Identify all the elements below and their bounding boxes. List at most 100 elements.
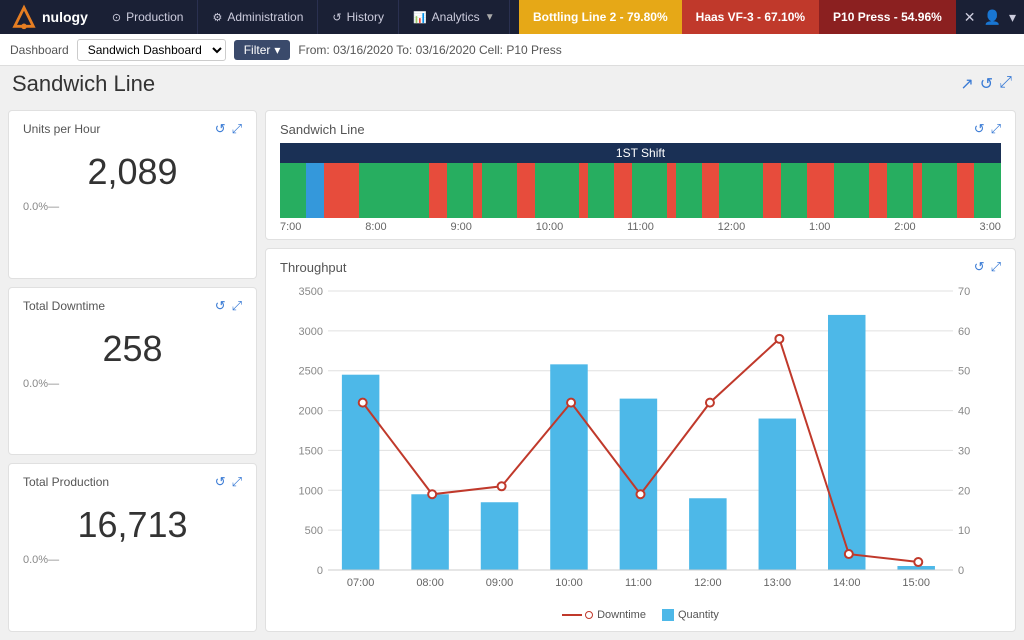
dashboard-select[interactable]: Sandwich Dashboard xyxy=(77,39,226,61)
close-icon[interactable]: ✕ xyxy=(964,9,976,26)
bar-12:00 xyxy=(689,498,727,570)
alert-haas-label: Haas VF-3 - 67.10% xyxy=(696,10,805,24)
svg-text:09:00: 09:00 xyxy=(486,577,514,589)
dashboard-label: Dashboard xyxy=(10,43,69,57)
gantt-segment xyxy=(324,163,359,218)
svg-text:2000: 2000 xyxy=(299,406,323,418)
gantt-segment xyxy=(763,163,781,218)
expand-icon[interactable]: ⤢ xyxy=(999,74,1012,94)
svg-text:70: 70 xyxy=(958,286,970,298)
gantt-segment xyxy=(887,163,913,218)
dropdown-icon[interactable]: ▾ xyxy=(1009,9,1016,26)
downtime-header: Total Downtime ↺ ⤢ xyxy=(23,298,242,314)
gantt-time-label: 12:00 xyxy=(718,221,746,233)
alert-p10[interactable]: P10 Press - 54.96% xyxy=(819,0,956,34)
gantt-container: 1ST Shift 7:008:009:0010:0011:0012:001:0… xyxy=(280,143,1001,238)
gantt-segment xyxy=(676,163,702,218)
svg-text:0: 0 xyxy=(958,565,964,577)
downtime-refresh-icon[interactable]: ↺ xyxy=(215,298,226,314)
gantt-segment xyxy=(869,163,887,218)
production-actions: ↺ ⤢ xyxy=(215,474,242,490)
gantt-segment xyxy=(588,163,614,218)
throughput-card: Throughput ↺ ⤢ 0500100015002000250030003… xyxy=(265,248,1016,632)
production-refresh-icon[interactable]: ↺ xyxy=(215,474,226,490)
production-expand-icon[interactable]: ⤢ xyxy=(232,474,242,490)
gantt-segment xyxy=(632,163,667,218)
throughput-refresh-icon[interactable]: ↺ xyxy=(974,259,985,275)
alert-bottling[interactable]: Bottling Line 2 - 79.80% xyxy=(519,0,682,34)
units-footer: 0.0%— xyxy=(23,201,242,213)
filter-label: Filter xyxy=(244,43,271,57)
nav-production[interactable]: ⊙ Production xyxy=(98,0,199,34)
page-title-bar: Sandwich Line ↗ ↺ ⤢ xyxy=(0,66,1024,102)
nav-admin-label: Administration xyxy=(227,10,303,24)
history-icon: ↺ xyxy=(332,11,341,24)
gantt-segment xyxy=(517,163,535,218)
units-refresh-icon[interactable]: ↺ xyxy=(215,121,226,137)
units-per-hour-card: Units per Hour ↺ ⤢ 2,089 0.0%— xyxy=(8,110,257,279)
gantt-header: Sandwich Line ↺ ⤢ xyxy=(280,121,1001,137)
gantt-time-label: 3:00 xyxy=(980,221,1001,233)
legend-bar-icon xyxy=(662,609,674,621)
gantt-refresh-icon[interactable]: ↺ xyxy=(974,121,985,137)
gantt-segment xyxy=(702,163,720,218)
throughput-actions: ↺ ⤢ xyxy=(974,259,1001,275)
gantt-segment xyxy=(957,163,975,218)
refresh-icon[interactable]: ↺ xyxy=(980,74,993,94)
legend-downtime: Downtime xyxy=(562,609,646,621)
user-icon[interactable]: 👤 xyxy=(984,9,1001,26)
alert-haas[interactable]: Haas VF-3 - 67.10% xyxy=(682,0,819,34)
nav-alerts: Bottling Line 2 - 79.80% Haas VF-3 - 67.… xyxy=(519,0,956,34)
gantt-segment xyxy=(781,163,807,218)
gantt-segment xyxy=(579,163,588,218)
top-nav: nulogy ⊙ Production ⚙ Administration ↺ H… xyxy=(0,0,1024,34)
legend-quantity: Quantity xyxy=(662,609,719,621)
filter-button[interactable]: Filter ▾ xyxy=(234,40,291,60)
nav-right: ✕ 👤 ▾ xyxy=(956,9,1024,26)
analytics-icon: 📊 xyxy=(413,11,427,24)
gantt-segment xyxy=(974,163,1000,218)
share-icon[interactable]: ↗ xyxy=(960,74,973,94)
logo: nulogy xyxy=(0,3,98,31)
svg-text:40: 40 xyxy=(958,406,970,418)
units-title: Units per Hour xyxy=(23,122,100,136)
nav-administration[interactable]: ⚙ Administration xyxy=(198,0,318,34)
nav-history[interactable]: ↺ History xyxy=(318,0,399,34)
admin-icon: ⚙ xyxy=(212,11,222,24)
total-downtime-card: Total Downtime ↺ ⤢ 258 0.0%— xyxy=(8,287,257,456)
gantt-time-label: 2:00 xyxy=(894,221,915,233)
throughput-header: Throughput ↺ ⤢ xyxy=(280,259,1001,275)
units-actions: ↺ ⤢ xyxy=(215,121,242,137)
bar-14:00 xyxy=(828,315,866,570)
gantt-time-label: 10:00 xyxy=(536,221,564,233)
filter-info: From: 03/16/2020 To: 03/16/2020 Cell: P1… xyxy=(298,43,561,57)
nav-production-label: Production xyxy=(126,10,183,24)
svg-text:50: 50 xyxy=(958,366,970,378)
bar-08:00 xyxy=(411,494,449,570)
gantt-segment xyxy=(922,163,957,218)
gantt-time-label: 7:00 xyxy=(280,221,301,233)
production-title: Total Production xyxy=(23,475,109,489)
svg-text:12:00: 12:00 xyxy=(694,577,722,589)
gantt-segment xyxy=(473,163,482,218)
throughput-chart: 0500100015002000250030003500010203040506… xyxy=(280,281,1001,605)
bar-15:00 xyxy=(897,566,935,570)
nav-analytics-label: Analytics xyxy=(432,10,480,24)
nav-history-label: History xyxy=(347,10,384,24)
units-expand-icon[interactable]: ⤢ xyxy=(232,121,242,137)
svg-text:500: 500 xyxy=(305,525,323,537)
throughput-expand-icon[interactable]: ⤢ xyxy=(991,259,1001,275)
filter-dropdown-arrow: ▾ xyxy=(274,43,280,57)
downtime-expand-icon[interactable]: ⤢ xyxy=(232,298,242,314)
nav-analytics[interactable]: 📊 Analytics ▼ xyxy=(399,0,510,34)
legend-quantity-label: Quantity xyxy=(678,609,719,621)
gantt-expand-icon[interactable]: ⤢ xyxy=(991,121,1001,137)
gantt-segment xyxy=(447,163,473,218)
svg-text:10: 10 xyxy=(958,525,970,537)
gantt-segment xyxy=(834,163,869,218)
left-panel: Units per Hour ↺ ⤢ 2,089 0.0%— Total Dow… xyxy=(0,102,265,640)
svg-text:1000: 1000 xyxy=(299,485,323,497)
gantt-segment xyxy=(280,163,306,218)
svg-text:13:00: 13:00 xyxy=(764,577,792,589)
gantt-segment xyxy=(535,163,579,218)
